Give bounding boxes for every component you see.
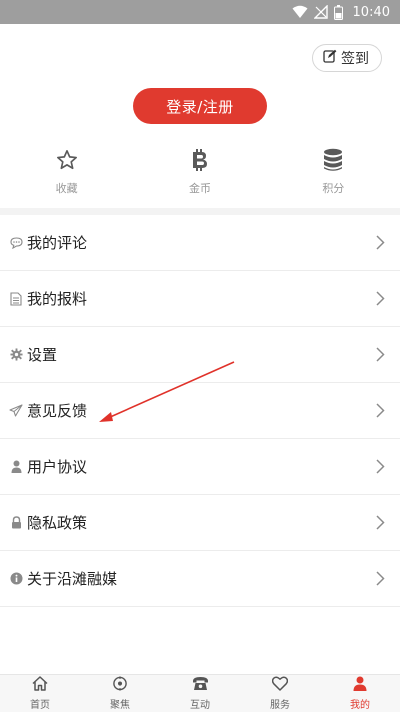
- quick-item-coins[interactable]: 金币: [133, 148, 266, 198]
- checkin-label: 签到: [341, 51, 369, 67]
- checkin-button[interactable]: 签到: [312, 44, 382, 72]
- menu-label: 隐私政策: [27, 514, 88, 532]
- chevron-right-icon: [374, 515, 386, 531]
- status-bar: 10:40: [0, 0, 400, 24]
- menu-item-user-agreement[interactable]: 用户协议: [0, 439, 400, 495]
- menu-item-my-reports[interactable]: 我的报料: [0, 271, 400, 327]
- menu-item-privacy-policy[interactable]: 隐私政策: [0, 495, 400, 551]
- tab-label-interact: 互动: [190, 700, 210, 711]
- quick-label-points: 积分: [322, 182, 345, 195]
- menu-label: 设置: [27, 346, 58, 364]
- menu-label: 意见反馈: [27, 402, 88, 420]
- tab-focus[interactable]: 聚焦: [80, 675, 160, 712]
- section-divider: [0, 208, 400, 215]
- paper-plane-icon: [8, 403, 24, 419]
- menu-label: 我的评论: [27, 234, 88, 252]
- heart-icon: [271, 676, 289, 695]
- bottom-tab-bar: 首页 聚焦 互动 服务 我的: [0, 674, 400, 712]
- menu-item-about[interactable]: 关于沿滩融媒: [0, 551, 400, 607]
- comment-icon: [8, 235, 24, 251]
- user-icon: [8, 459, 24, 475]
- chevron-right-icon: [374, 403, 386, 419]
- tab-interact[interactable]: 互动: [160, 675, 240, 712]
- profile-header: 签到 登录/注册 收藏 金币 积分: [0, 24, 400, 210]
- menu-item-feedback[interactable]: 意见反馈: [0, 383, 400, 439]
- chevron-right-icon: [374, 571, 386, 587]
- quick-label-coins: 金币: [188, 182, 211, 195]
- menu-label: 用户协议: [27, 458, 88, 476]
- gear-icon: [8, 347, 24, 363]
- tab-services[interactable]: 服务: [240, 675, 320, 712]
- login-register-button[interactable]: 登录/注册: [133, 88, 267, 124]
- menu-label: 关于沿滩融媒: [27, 570, 118, 588]
- focus-icon: [112, 676, 128, 695]
- status-time: 10:40: [352, 4, 390, 20]
- quick-actions: 收藏 金币 积分: [0, 148, 400, 198]
- star-icon: [56, 149, 78, 175]
- chevron-right-icon: [374, 459, 386, 475]
- menu-item-settings[interactable]: 设置: [0, 327, 400, 383]
- chevron-right-icon: [374, 347, 386, 363]
- battery-icon: [333, 4, 343, 20]
- chevron-right-icon: [374, 291, 386, 307]
- database-icon: [323, 148, 343, 176]
- tab-label-focus: 聚焦: [110, 700, 130, 711]
- chevron-right-icon: [374, 235, 386, 251]
- edit-icon: [323, 49, 337, 67]
- bitcoin-icon: [191, 148, 209, 176]
- info-icon: [8, 571, 24, 587]
- settings-menu: 我的评论 我的报料 设置 意见反馈 用户协议 隐私政策 关于沿滩融媒: [0, 215, 400, 607]
- quick-label-favorites: 收藏: [55, 182, 78, 195]
- tab-mine[interactable]: 我的: [320, 675, 400, 712]
- document-icon: [8, 291, 24, 307]
- telephone-icon: [192, 676, 209, 695]
- lock-icon: [8, 515, 24, 531]
- quick-item-favorites[interactable]: 收藏: [0, 150, 133, 198]
- tab-label-mine: 我的: [350, 700, 370, 711]
- wifi-icon: [292, 5, 308, 19]
- home-icon: [32, 676, 48, 695]
- signal-icon: [313, 5, 328, 19]
- menu-label: 我的报料: [27, 290, 88, 308]
- tab-label-services: 服务: [270, 700, 290, 711]
- menu-item-my-comments[interactable]: 我的评论: [0, 215, 400, 271]
- tab-home[interactable]: 首页: [0, 675, 80, 712]
- quick-item-points[interactable]: 积分: [267, 148, 400, 198]
- user-icon: [353, 676, 367, 695]
- tab-label-home: 首页: [30, 700, 50, 711]
